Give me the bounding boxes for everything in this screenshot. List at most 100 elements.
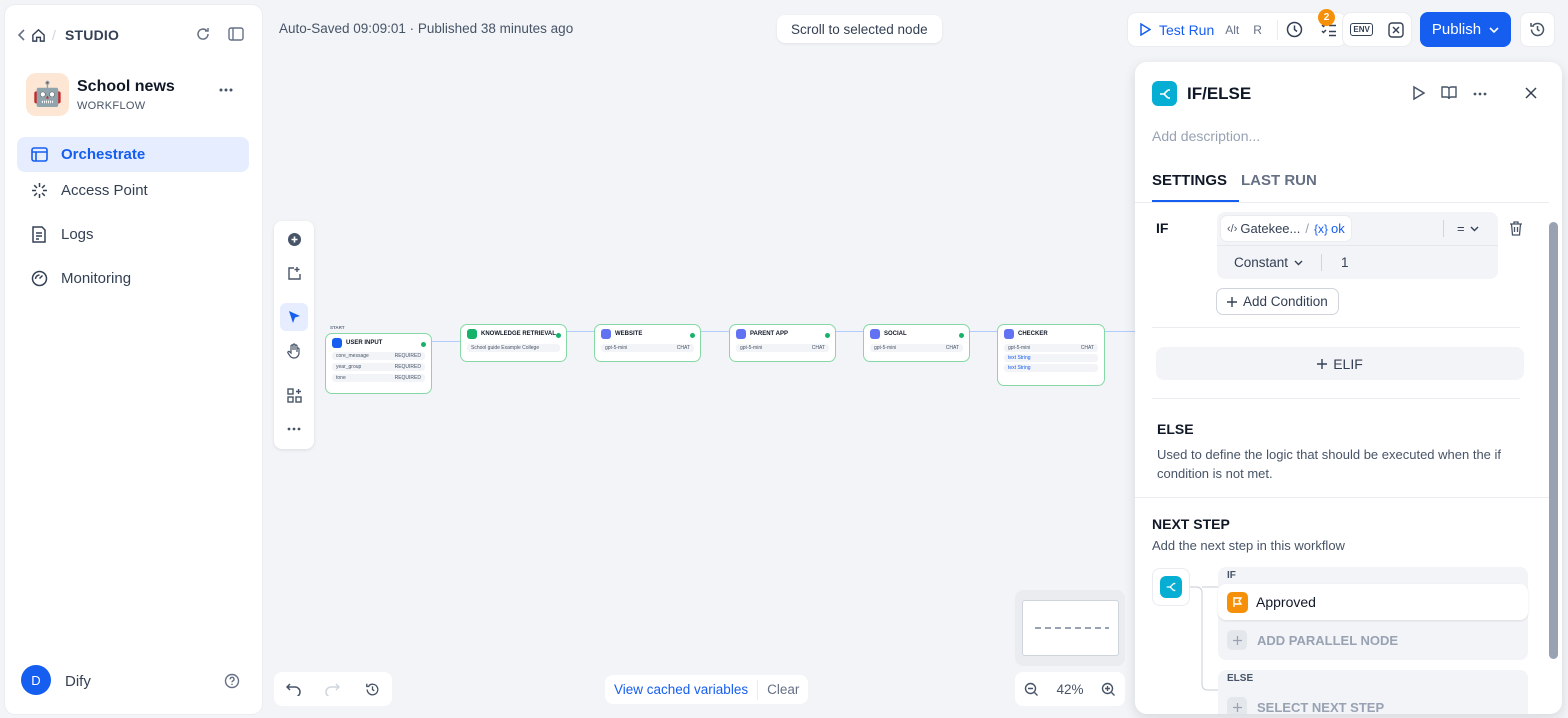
hand-icon[interactable] [280,337,308,365]
home-icon[interactable] [29,25,47,45]
canvas-toolbar [274,221,314,449]
nav-access-point[interactable]: Access Point [17,173,249,208]
version-history-button[interactable] [1520,12,1555,47]
pointer-icon[interactable] [280,303,308,331]
zoom-level[interactable]: 42% [1056,682,1083,697]
code-node-icon: ‹/› [1227,222,1238,235]
nav-orchestrate[interactable]: Orchestrate [17,137,249,172]
nav-label: Logs [61,226,94,243]
operator-selector[interactable]: = [1457,221,1479,236]
add-node-icon[interactable] [280,225,308,253]
nav-monitoring[interactable]: Monitoring [17,261,249,296]
more-options-icon[interactable] [1473,92,1487,96]
if-branch-box: IF Approved ADD PARALLEL NODE [1218,567,1528,660]
node-title: WEBSITE [615,331,643,337]
back-chevron-icon[interactable] [15,25,29,45]
test-run-button[interactable]: Test Run Alt R [1128,13,1277,46]
nav-label: Monitoring [61,270,132,287]
select-next-step-button[interactable]: SELECT NEXT STEP [1227,697,1384,714]
condition-box: ‹/› Gatekee... / {x} ok = Constant 1 [1217,212,1498,279]
more-options-icon[interactable] [215,79,237,101]
test-run-label: Test Run [1159,21,1215,38]
add-elif-button[interactable]: ELIF [1156,347,1524,380]
description-input[interactable]: Add description... [1152,128,1260,144]
shortcut-key: Alt [1225,22,1240,37]
node-title: CHECKER [1018,331,1048,337]
node-variable-tag: REQUIRED [394,364,421,370]
value-type-selector[interactable]: Constant [1234,255,1303,270]
view-cached-variables-button[interactable]: View cached variables [605,682,757,697]
approved-node-name: Approved [1256,594,1316,610]
help-icon[interactable] [223,672,241,690]
chevron-down-icon [1470,226,1479,232]
minimap[interactable] [1015,590,1125,666]
condition-variable-name: ok [1331,221,1345,236]
sidebar-header: / STUDIO [5,21,262,49]
env-icon[interactable]: ENV [1350,23,1373,36]
tab-last-run[interactable]: LAST RUN [1241,172,1317,189]
history-icon[interactable] [365,682,380,697]
undo-icon[interactable] [286,682,301,696]
sync-icon[interactable] [192,23,214,45]
node-variable: gpt-5-mini [740,345,763,351]
run-node-icon[interactable] [1412,85,1426,101]
workflow-node-user-input[interactable]: USER INPUT core_message REQUIRED year_gro… [325,333,432,394]
studio-breadcrumb[interactable]: STUDIO [65,27,119,43]
success-status-icon [421,342,426,347]
organize-blocks-icon[interactable] [280,381,308,409]
divider [1135,202,1549,203]
chevron-down-icon [1489,26,1499,33]
condition-value-input[interactable]: 1 [1341,255,1349,270]
user-name[interactable]: Dify [65,673,91,690]
node-variable-tag: CHAT [811,345,825,351]
panel-title[interactable]: IF/ELSE [1187,84,1251,104]
workflow-node-social[interactable]: SOCIAL gpt-5-mini CHAT [863,324,970,362]
if-else-icon [1152,81,1177,106]
user-avatar[interactable]: D [21,665,51,695]
workflow-node-knowledge-retrieval[interactable]: KNOWLEDGE RETRIEVAL School guide Example… [460,324,567,362]
delete-condition-icon[interactable] [1509,221,1523,236]
scroll-to-selected-node-button[interactable]: Scroll to selected node [777,15,942,43]
zoom-in-icon[interactable] [1101,682,1116,697]
publish-label: Publish [1431,21,1482,38]
zoom-out-icon[interactable] [1024,682,1039,697]
workflow-node-parent-app[interactable]: PARENT APP gpt-5-mini CHAT [729,324,836,362]
workflow-node-checker[interactable]: CHECKER gpt-5-mini CHAT text String text … [997,324,1105,386]
redo-icon[interactable] [325,682,341,696]
if-else-icon [1160,576,1182,598]
collapse-sidebar-icon[interactable] [225,23,247,45]
orchestrate-icon [17,147,61,162]
divider [1321,254,1322,271]
add-condition-button[interactable]: Add Condition [1216,288,1339,315]
history-icon [1529,21,1546,38]
checklist-badge: 2 [1318,9,1335,26]
next-step-description: Add the next step in this workflow [1152,538,1345,553]
value-type: Constant [1234,255,1289,270]
clear-button[interactable]: Clear [758,682,808,697]
conversation-variables-icon[interactable] [1387,21,1404,38]
condition-variable-selector[interactable]: ‹/› Gatekee... / {x} ok [1221,216,1351,241]
node-settings-panel: IF/ELSE Add description... SETTINGS LAST… [1135,62,1562,714]
tab-settings[interactable]: SETTINGS [1152,172,1227,189]
docs-icon[interactable] [1441,86,1457,100]
nav-logs[interactable]: Logs [17,217,249,252]
robot-icon: 🤖 [32,80,63,108]
logs-icon [17,226,61,243]
edge [969,331,998,333]
more-tools-icon[interactable] [280,415,308,443]
node-variable: tone [336,375,346,381]
workflow-node-website[interactable]: WEBSITE gpt-5-mini CHAT [594,324,701,362]
add-parallel-node-button[interactable]: ADD PARALLEL NODE [1227,630,1398,650]
edge [432,341,460,343]
add-note-icon[interactable] [280,259,308,287]
run-history-icon[interactable] [1278,21,1312,38]
publish-button[interactable]: Publish [1420,12,1511,47]
condition-node-name: Gatekee... [1240,221,1301,236]
panel-scrollbar[interactable] [1549,222,1558,659]
variable-icon: {x} [1314,221,1329,236]
approved-node[interactable]: Approved [1218,584,1528,620]
divider [1152,398,1520,399]
close-icon[interactable] [1525,87,1537,99]
plus-icon [1227,296,1237,307]
edge [700,331,729,333]
